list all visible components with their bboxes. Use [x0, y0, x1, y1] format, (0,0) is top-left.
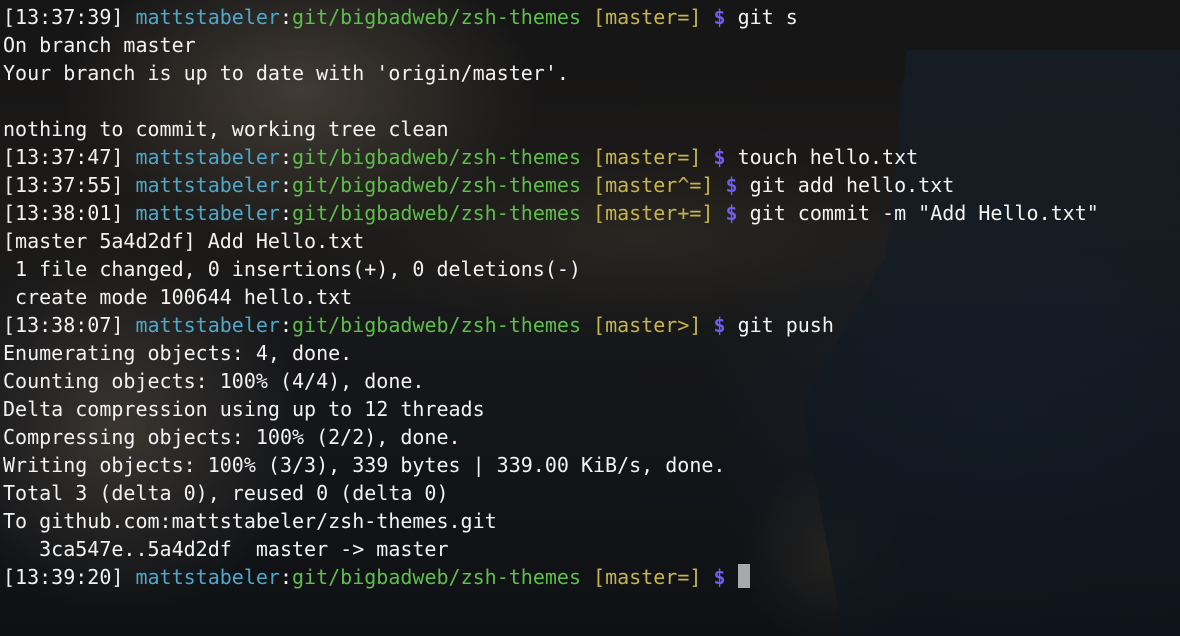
prompt-line: [13:38:01] mattstabeler:git/bigbadweb/zs…: [3, 199, 1180, 227]
prompt-timestamp: [13:37:55]: [3, 173, 124, 197]
prompt-git-branch: [master>]: [593, 313, 702, 337]
output-line: Counting objects: 100% (4/4), done.: [3, 367, 1180, 395]
prompt-path: git/bigbadweb/zsh-themes: [292, 313, 581, 337]
prompt-username: mattstabeler: [135, 145, 280, 169]
prompt-separator: :: [279, 565, 293, 589]
prompt-line: [13:38:07] mattstabeler:git/bigbadweb/zs…: [3, 311, 1180, 339]
output-text: Total 3 (delta 0), reused 0 (delta 0): [3, 481, 449, 505]
prompt-command[interactable]: git commit -m "Add Hello.txt": [750, 201, 1099, 225]
prompt-separator: :: [279, 173, 293, 197]
output-line: Total 3 (delta 0), reused 0 (delta 0): [3, 479, 1180, 507]
prompt-git-branch: [master=]: [593, 565, 702, 589]
output-text: Your branch is up to date with 'origin/m…: [3, 61, 569, 85]
prompt-command[interactable]: git push: [738, 313, 834, 337]
prompt-command[interactable]: git add hello.txt: [750, 173, 955, 197]
prompt-symbol: $: [725, 173, 738, 197]
terminal-output: [13:37:39] mattstabeler:git/bigbadweb/zs…: [3, 3, 1180, 591]
output-line: Writing objects: 100% (3/3), 339 bytes |…: [3, 451, 1180, 479]
terminal-window[interactable]: [13:37:39] mattstabeler:git/bigbadweb/zs…: [0, 0, 1180, 636]
prompt-line: [13:39:20] mattstabeler:git/bigbadweb/zs…: [3, 563, 1180, 591]
prompt-symbol: $: [713, 5, 726, 29]
prompt-separator: :: [279, 5, 293, 29]
prompt-separator: :: [279, 145, 293, 169]
prompt-git-branch: [master=]: [593, 145, 702, 169]
output-line: Your branch is up to date with 'origin/m…: [3, 59, 1180, 87]
prompt-timestamp: [13:38:07]: [3, 313, 124, 337]
prompt-line: [13:37:55] mattstabeler:git/bigbadweb/zs…: [3, 171, 1180, 199]
output-line: 1 file changed, 0 insertions(+), 0 delet…: [3, 255, 1180, 283]
prompt-symbol: $: [713, 313, 726, 337]
prompt-path: git/bigbadweb/zsh-themes: [292, 565, 581, 589]
prompt-symbol: $: [713, 145, 726, 169]
output-line: create mode 100644 hello.txt: [3, 283, 1180, 311]
prompt-timestamp: [13:39:20]: [3, 565, 124, 589]
output-text: 1 file changed, 0 insertions(+), 0 delet…: [3, 257, 581, 281]
text-cursor[interactable]: [737, 564, 750, 588]
prompt-username: mattstabeler: [135, 565, 280, 589]
prompt-git-branch: [master+=]: [593, 201, 714, 225]
output-line: Delta compression using up to 12 threads: [3, 395, 1180, 423]
output-text: 3ca547e..5a4d2df master -> master: [3, 537, 449, 561]
output-text: Enumerating objects: 4, done.: [3, 341, 353, 365]
output-text: Writing objects: 100% (3/3), 339 bytes |…: [3, 453, 726, 477]
prompt-line: [13:37:47] mattstabeler:git/bigbadweb/zs…: [3, 143, 1180, 171]
prompt-command[interactable]: touch hello.txt: [738, 145, 919, 169]
output-text: On branch master: [3, 33, 196, 57]
prompt-git-branch: [master=]: [593, 5, 702, 29]
prompt-username: mattstabeler: [135, 5, 280, 29]
prompt-timestamp: [13:37:39]: [3, 5, 124, 29]
prompt-path: git/bigbadweb/zsh-themes: [292, 5, 581, 29]
prompt-timestamp: [13:37:47]: [3, 145, 124, 169]
prompt-timestamp: [13:38:01]: [3, 201, 124, 225]
prompt-username: mattstabeler: [135, 173, 280, 197]
output-text: [master 5a4d2df] Add Hello.txt: [3, 229, 365, 253]
output-line: To github.com:mattstabeler/zsh-themes.gi…: [3, 507, 1180, 535]
prompt-symbol: $: [713, 565, 726, 589]
prompt-separator: :: [279, 201, 293, 225]
output-line: 3ca547e..5a4d2df master -> master: [3, 535, 1180, 563]
output-text: Compressing objects: 100% (2/2), done.: [3, 425, 461, 449]
prompt-command[interactable]: git s: [738, 5, 798, 29]
output-line: Compressing objects: 100% (2/2), done.: [3, 423, 1180, 451]
prompt-path: git/bigbadweb/zsh-themes: [292, 201, 581, 225]
output-text: Counting objects: 100% (4/4), done.: [3, 369, 425, 393]
prompt-symbol: $: [725, 201, 738, 225]
output-text: create mode 100644 hello.txt: [3, 285, 353, 309]
output-line: Enumerating objects: 4, done.: [3, 339, 1180, 367]
prompt-line: [13:37:39] mattstabeler:git/bigbadweb/zs…: [3, 3, 1180, 31]
prompt-username: mattstabeler: [135, 313, 280, 337]
output-line: nothing to commit, working tree clean: [3, 115, 1180, 143]
output-line: On branch master: [3, 31, 1180, 59]
output-text: nothing to commit, working tree clean: [3, 117, 449, 141]
prompt-path: git/bigbadweb/zsh-themes: [292, 173, 581, 197]
prompt-git-branch: [master^=]: [593, 173, 714, 197]
output-text: Delta compression using up to 12 threads: [3, 397, 485, 421]
prompt-separator: :: [279, 313, 293, 337]
prompt-username: mattstabeler: [135, 201, 280, 225]
output-line: [master 5a4d2df] Add Hello.txt: [3, 227, 1180, 255]
output-text: To github.com:mattstabeler/zsh-themes.gi…: [3, 509, 497, 533]
prompt-path: git/bigbadweb/zsh-themes: [292, 145, 581, 169]
